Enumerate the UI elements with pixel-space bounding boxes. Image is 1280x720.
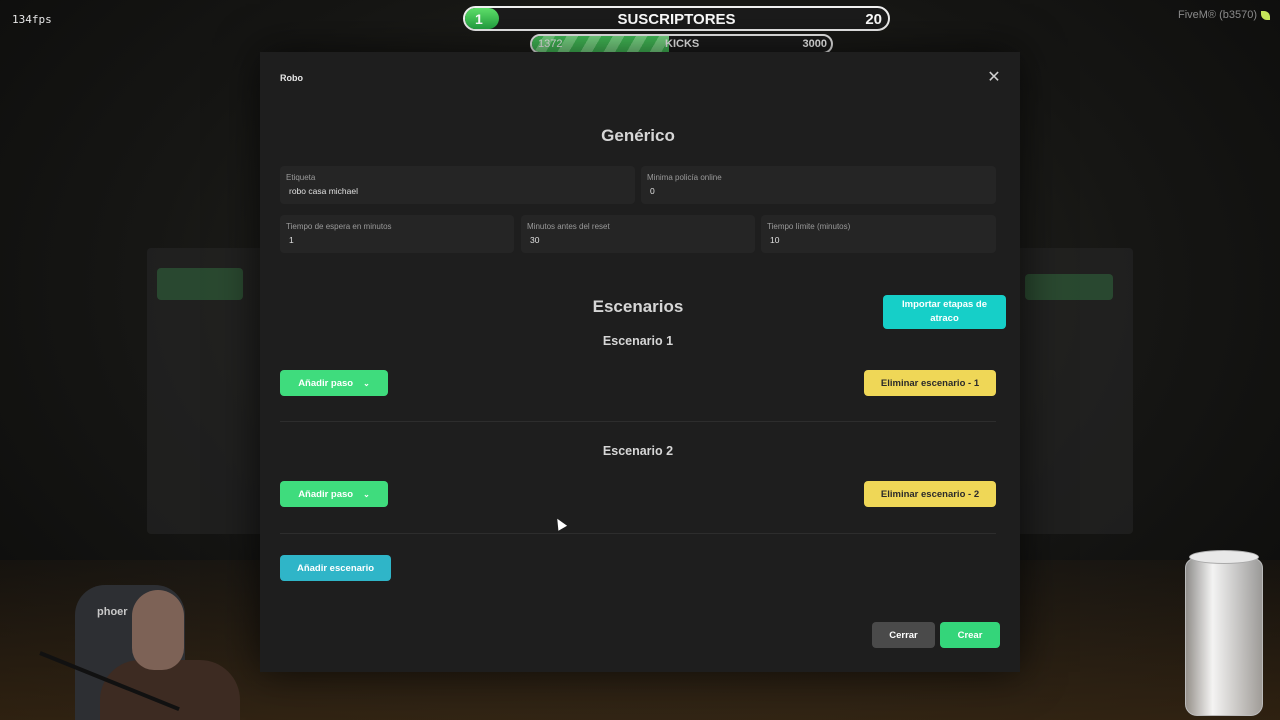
can-rim	[1189, 550, 1259, 564]
scenario-1-title: Escenario 1	[602, 334, 674, 348]
time-limit-field[interactable]: Tiempo límite (minutos)	[761, 215, 996, 253]
create-button[interactable]: Crear	[940, 622, 1000, 648]
fps-counter: 134fps	[12, 13, 52, 26]
add-step-button-1[interactable]: Añadir paso ⌄	[280, 370, 388, 396]
webcam-overlay: phoer	[39, 585, 240, 720]
delete-scenario-2-button[interactable]: Eliminar escenario - 2	[864, 481, 996, 507]
wait-time-input[interactable]	[289, 235, 488, 245]
etiqueta-field[interactable]: Etiqueta	[280, 166, 635, 204]
subscribers-title: SUSCRIPTORES	[617, 11, 736, 28]
scenario-2-title: Escenario 2	[602, 444, 674, 458]
kicks-goal: 3000	[802, 38, 827, 50]
close-icon[interactable]: ✕	[986, 70, 1002, 86]
kicks-goal-bar: 1372 KICKS 3000	[530, 34, 833, 54]
chevron-down-icon: ⌄	[363, 489, 370, 499]
subscribers-goal-bar: 1 SUSCRIPTORES 20	[463, 6, 890, 31]
reset-minutes-field[interactable]: Minutos antes del reset	[521, 215, 755, 253]
generic-heading: Genérico	[601, 126, 675, 145]
fivem-label: FiveM® (b3570)	[1177, 9, 1257, 21]
kicks-current: 1372	[538, 38, 563, 50]
background-green-tab	[157, 268, 243, 300]
scenario-divider	[280, 533, 996, 534]
add-scenario-button[interactable]: Añadir escenario	[280, 555, 391, 581]
chevron-down-icon: ⌄	[363, 378, 370, 388]
min-police-input[interactable]	[650, 186, 952, 196]
add-step-label: Añadir paso	[298, 377, 354, 389]
delete-scenario-1-button[interactable]: Eliminar escenario - 1	[864, 370, 996, 396]
glass-can-icon	[1183, 550, 1263, 720]
import-stages-button[interactable]: Importar etapas de atraco	[883, 295, 1006, 329]
fivem-leaf-icon	[1261, 10, 1270, 20]
streamer-head	[132, 590, 184, 670]
modal-title: Robo	[280, 73, 303, 83]
fivem-watermark: FiveM® (b3570)	[1178, 9, 1270, 21]
subscribers-goal: 20	[865, 11, 882, 28]
time-limit-input[interactable]	[770, 235, 970, 245]
chair-brand-text: phoer	[97, 606, 128, 618]
wait-time-field[interactable]: Tiempo de espera en minutos	[280, 215, 514, 253]
etiqueta-label: Etiqueta	[286, 173, 316, 182]
streamer-body	[100, 660, 240, 720]
reset-minutes-label: Minutos antes del reset	[527, 222, 610, 231]
robbery-modal: Robo ✕ Genérico Etiqueta Minima policía …	[260, 52, 1020, 672]
reset-minutes-input[interactable]	[530, 235, 729, 245]
min-police-field[interactable]: Minima policía online	[641, 166, 996, 204]
add-step-button-2[interactable]: Añadir paso ⌄	[280, 481, 388, 507]
min-police-label: Minima policía online	[647, 173, 722, 182]
close-button[interactable]: Cerrar	[872, 622, 935, 648]
scenario-divider	[280, 421, 996, 422]
kicks-title: KICKS	[665, 38, 700, 50]
can-body	[1185, 558, 1263, 716]
etiqueta-input[interactable]	[289, 186, 591, 196]
wait-time-label: Tiempo de espera en minutos	[286, 222, 392, 231]
add-step-label: Añadir paso	[298, 488, 354, 500]
time-limit-label: Tiempo límite (minutos)	[767, 222, 851, 231]
background-green-button	[1025, 274, 1113, 300]
